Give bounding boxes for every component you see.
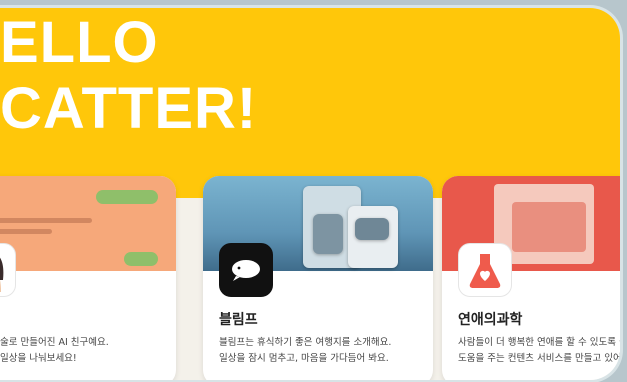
chat-line	[0, 218, 92, 223]
card-description: 사람들이 더 행복한 연애를 할 수 있도록 실 도움을 주는 컨텐츠 서비스를…	[458, 335, 620, 367]
content-preview-image	[512, 202, 586, 252]
chat-bubble	[96, 190, 158, 204]
hero-headline-line1: ELLO	[0, 10, 159, 75]
card-description-line: 일상을 잠시 멈추고, 마음을 가다듬어 봐요.	[219, 353, 389, 364]
card-description-line: 사람들이 더 행복한 연애를 할 수 있도록 실	[458, 337, 620, 348]
card-description-line: 블림프는 휴식하기 좋은 여행지를 소개해요.	[219, 337, 392, 348]
device-bezel: ELLO CATTER! 술로 만들어진 AI 친구예요. 일상을 나눠보세요!…	[0, 8, 620, 380]
card-body: 연애의과학 사람들이 더 행복한 연애를 할 수 있도록 실 도움을 주는 컨텐…	[442, 243, 620, 380]
photo-placeholder	[355, 218, 389, 240]
hero-banner: ELLO CATTER!	[0, 8, 620, 198]
service-card-blimp[interactable]: 블림프 블림프는 휴식하기 좋은 여행지를 소개해요. 일상을 잠시 멈추고, …	[203, 176, 433, 380]
card-body: 블림프 블림프는 휴식하기 좋은 여행지를 소개해요. 일상을 잠시 멈추고, …	[203, 243, 433, 380]
chat-bubble	[124, 252, 158, 266]
card-thumbnail	[0, 176, 176, 271]
screen: ELLO CATTER! 술로 만들어진 AI 친구예요. 일상을 나눠보세요!…	[0, 0, 627, 382]
blimp-icon	[219, 243, 273, 297]
service-cards: 다 딥러닝 기술로 만들어진 AI 친구예요. 대화하며 일상을 나눠보세요!	[0, 176, 620, 380]
card-description: 블림프는 휴식하기 좋은 여행지를 소개해요. 일상을 잠시 멈추고, 마음을 …	[219, 335, 429, 367]
card-title: 블림프	[219, 312, 258, 328]
service-card-science-of-dating[interactable]: 연애의과학 사람들이 더 행복한 연애를 할 수 있도록 실 도움을 주는 컨텐…	[442, 176, 620, 380]
hero-headline: ELLO CATTER!	[0, 10, 257, 142]
flask-heart-icon	[458, 243, 512, 297]
hero-headline-line2: CATTER!	[0, 76, 258, 141]
card-body: 다 딥러닝 기술로 만들어진 AI 친구예요. 대화하며 일상을 나눠보세요!	[0, 243, 176, 380]
service-card-ai-friend[interactable]: 다 딥러닝 기술로 만들어진 AI 친구예요. 대화하며 일상을 나눠보세요!	[0, 176, 176, 380]
card-title: 연애의과학	[458, 312, 523, 328]
photo-placeholder	[313, 214, 343, 254]
character-avatar-icon	[0, 243, 16, 297]
card-description: 딥러닝 기술로 만들어진 AI 친구예요. 대화하며 일상을 나눠보세요!	[0, 335, 172, 367]
card-description-line: 도움을 주는 컨텐츠 서비스를 만들고 있어	[458, 353, 620, 364]
card-description-line: 딥러닝 기술로 만들어진 AI 친구예요.	[0, 337, 109, 348]
card-description-line: 대화하며 일상을 나눠보세요!	[0, 353, 77, 364]
chat-line	[0, 229, 52, 234]
